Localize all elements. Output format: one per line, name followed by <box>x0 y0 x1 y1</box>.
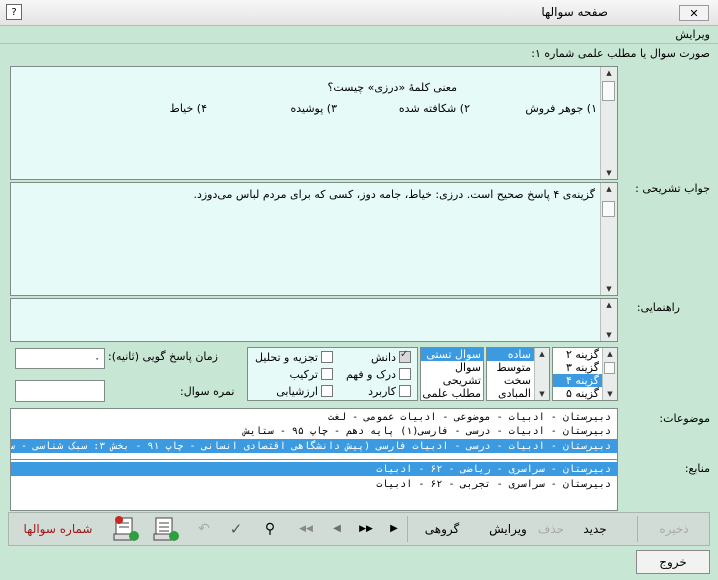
list-item[interactable]: سوال تشریحی <box>421 361 483 387</box>
new-button[interactable]: جدید <box>575 513 615 545</box>
hint-scrollbar[interactable]: ▲ ▼ <box>600 299 617 341</box>
checkbox[interactable] <box>321 385 333 397</box>
question-option-4: ۴) خیاط <box>169 102 207 115</box>
answer-text: گزینه‌ی ۴ پاسخ صحیح است. درزی: خیاط، جام… <box>193 188 595 201</box>
checkbox-comprehension[interactable]: درک و فهم <box>346 368 411 381</box>
scroll-up-icon[interactable]: ▲ <box>601 299 617 311</box>
next-icon[interactable]: ▶ <box>385 513 403 545</box>
options-scrollbar[interactable]: ▲ ▼ <box>602 348 617 400</box>
score-input[interactable] <box>15 380 105 402</box>
correct-option-list[interactable]: گزینه ۲ گزینه ۳ گزینه ۴ گزینه ۵ ▲ ▼ <box>552 347 618 401</box>
answer-label: جواب تشریحی : <box>635 182 710 195</box>
list-item[interactable]: دبیرستان - ادبیات - موضوعی - ادبیات عموم… <box>11 409 617 423</box>
question-option-3: ۳) پوشیده <box>290 102 337 115</box>
checkbox[interactable] <box>399 385 411 397</box>
checkbox[interactable] <box>399 368 411 380</box>
cognitive-level-group: دانش تجزیه و تحلیل درک و فهم ترکیب کاربر… <box>247 347 418 401</box>
scroll-down-icon[interactable]: ▼ <box>535 388 549 400</box>
score-label: نمره سوال: <box>180 385 235 398</box>
menu-edit[interactable]: ویرایش <box>675 28 710 41</box>
list-item[interactable]: مطلب علمی <box>421 387 483 400</box>
checkbox-analysis[interactable]: تجزیه و تحلیل <box>255 351 333 364</box>
scroll-down-icon[interactable]: ▼ <box>601 283 617 295</box>
checkbox-knowledge[interactable]: دانش <box>371 349 411 364</box>
scroll-down-icon[interactable]: ▼ <box>601 329 617 341</box>
question-option-1: ۱) جوهر فروش <box>525 102 597 115</box>
edit-button[interactable]: ویرایش <box>485 513 531 545</box>
delete-button[interactable]: حذف <box>531 513 571 545</box>
checkbox-checked[interactable] <box>399 349 411 363</box>
menu-bar: ویرایش <box>0 26 718 44</box>
binoculars-icon[interactable]: ⚲ <box>255 513 285 545</box>
sources-label: منابع: <box>684 462 710 475</box>
list-item-selected[interactable]: دبیرستان - ادبیات - درسی - ادبیات فارسی … <box>11 439 617 453</box>
question-editor[interactable]: معنی کلمهٔ «درزی» چیست؟ ۱) جوهر فروش ۲) … <box>10 66 618 180</box>
checkbox[interactable] <box>321 368 333 380</box>
list-item-selected[interactable]: دبیرستان - سراسری - ریاضی - ۶۲ - ادبیات <box>11 462 617 476</box>
list-item[interactable]: دبیرستان - سراسری - تجربی - ۶۲ - ادبیات <box>11 476 617 490</box>
window-title: صفحه سوالها <box>541 5 608 19</box>
scroll-thumb[interactable] <box>602 81 615 101</box>
scroll-up-icon[interactable]: ▲ <box>601 67 617 79</box>
checkbox[interactable] <box>321 351 333 363</box>
answer-editor[interactable]: گزینه‌ی ۴ پاسخ صحیح است. درزی: خیاط، جام… <box>10 182 618 296</box>
print-icon[interactable] <box>149 513 183 545</box>
difficulty-scrollbar[interactable]: ▲ ▼ <box>534 348 549 400</box>
scroll-up-icon[interactable]: ▲ <box>535 348 549 360</box>
scroll-down-icon[interactable]: ▼ <box>603 388 617 400</box>
scroll-up-icon[interactable]: ▲ <box>601 183 617 195</box>
time-input[interactable]: ۰ <box>15 348 105 369</box>
prev-icon[interactable]: ◀ <box>327 513 347 545</box>
scroll-thumb[interactable] <box>602 201 615 217</box>
time-label: زمان پاسخ گویی (ثانیه): <box>108 350 218 363</box>
question-option-2: ۲) شکافته شده <box>398 102 470 115</box>
list-item-selected[interactable]: سوال تستی <box>421 348 483 361</box>
question-count-label: شماره سوالها <box>23 522 93 536</box>
export-icon[interactable] <box>109 513 143 545</box>
hint-label: راهنمایی: <box>636 301 680 314</box>
toolbar: ذخیره جدید حذف ویرایش گروهی ▶ ▶▶ ◀ ◀◀ ⚲ … <box>8 512 710 546</box>
app-icon: ? <box>6 4 22 20</box>
exit-button[interactable]: خروج <box>636 550 710 574</box>
scroll-up-icon[interactable]: ▲ <box>603 348 617 360</box>
sources-list[interactable]: دبیرستان - سراسری - ریاضی - ۶۲ - ادبیات … <box>10 459 618 511</box>
confirm-icon[interactable]: ✓ <box>225 513 247 545</box>
checkbox-synthesis[interactable]: ترکیب <box>290 368 333 381</box>
answer-scrollbar[interactable]: ▲ ▼ <box>600 183 617 295</box>
topics-label: موضوعات: <box>659 412 710 425</box>
title-bar: ? صفحه سوالها ✕ <box>0 0 718 26</box>
save-button[interactable]: ذخیره <box>641 513 707 545</box>
list-item[interactable]: دبیرستان - ادبیات - درسی - فارسی(۱) پایه… <box>11 423 617 437</box>
question-scrollbar[interactable]: ▲ ▼ <box>600 67 617 179</box>
undo-icon[interactable]: ↶ <box>193 513 215 545</box>
checkbox-evaluation[interactable]: ارزشیابی <box>276 385 333 398</box>
question-text: معنی کلمهٔ «درزی» چیست؟ <box>327 81 457 94</box>
close-button[interactable]: ✕ <box>679 5 709 21</box>
question-type-list[interactable]: سوال تستی سوال تشریحی مطلب علمی <box>420 347 484 401</box>
topics-list[interactable]: دبیرستان - ادبیات - موضوعی - ادبیات عموم… <box>10 408 618 460</box>
checkbox-application[interactable]: کاربرد <box>368 385 411 398</box>
hint-editor[interactable]: ▲ ▼ <box>10 298 618 342</box>
last-icon[interactable]: ▶▶ <box>353 513 379 545</box>
scroll-thumb[interactable] <box>604 362 615 374</box>
difficulty-list[interactable]: ساده متوسط سخت المبادی ▲ ▼ <box>486 347 550 401</box>
group-button[interactable]: گروهی <box>409 513 475 545</box>
first-icon[interactable]: ◀◀ <box>293 513 319 545</box>
scroll-down-icon[interactable]: ▼ <box>601 167 617 179</box>
question-header: صورت سوال یا مطلب علمی شماره ۱: <box>531 47 710 60</box>
